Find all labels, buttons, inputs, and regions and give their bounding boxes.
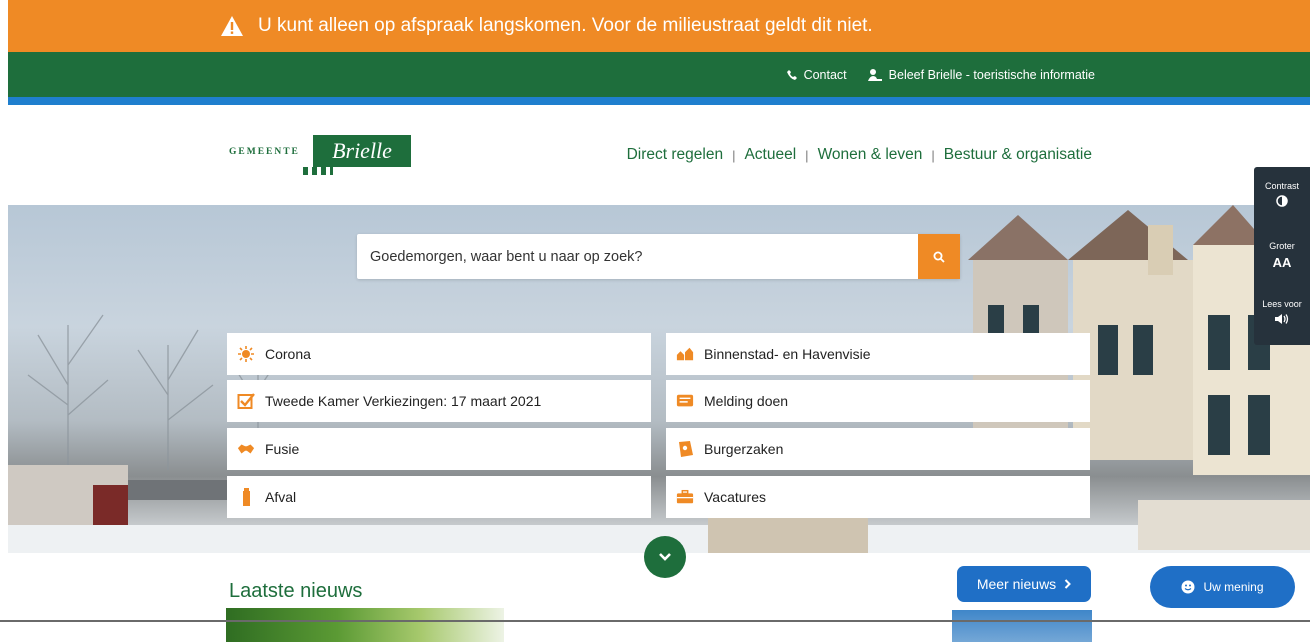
city-icon — [676, 345, 694, 363]
handshake-icon — [237, 440, 255, 458]
speaker-icon — [1275, 314, 1289, 324]
alert-banner: U kunt alleen op afspraak langskomen. Vo… — [8, 0, 1310, 52]
news-heading: Laatste nieuws — [229, 580, 363, 602]
nav-separator: | — [732, 147, 736, 163]
warning-icon — [221, 16, 243, 36]
logo-text-big: Brielle — [313, 135, 411, 167]
accessibility-panel: Contrast Groter AA Lees voor — [1254, 167, 1310, 345]
contact-link[interactable]: Contact — [786, 68, 847, 82]
main-navigation: Direct regelen | Actueel | Wonen & leven… — [627, 146, 1092, 164]
tile-burgerzaken[interactable]: Burgerzaken — [666, 428, 1090, 470]
read-aloud-toggle[interactable]: Lees voor — [1254, 299, 1310, 325]
contrast-toggle[interactable]: Contrast — [1254, 181, 1310, 207]
alert-text: U kunt alleen op afspraak langskomen. Vo… — [258, 15, 873, 36]
text-size-toggle[interactable]: Groter AA — [1254, 241, 1310, 270]
accent-line — [8, 97, 1310, 105]
tile-corona[interactable]: Corona — [227, 333, 651, 375]
nav-bestuur-organisatie[interactable]: Bestuur & organisatie — [944, 146, 1092, 164]
phone-icon — [786, 69, 797, 80]
tile-binnenstad-havenvisie[interactable]: Binnenstad- en Havenvisie — [666, 333, 1090, 375]
id-card-icon — [676, 440, 694, 458]
more-news-button[interactable]: Meer nieuws — [957, 566, 1091, 602]
logo-castle-mark — [303, 167, 333, 175]
search-input[interactable] — [357, 234, 918, 279]
feedback-button[interactable]: Uw mening — [1150, 566, 1295, 608]
report-icon — [676, 392, 694, 410]
nav-separator: | — [931, 147, 935, 163]
briefcase-icon — [676, 488, 694, 506]
chevron-right-icon — [1064, 579, 1072, 589]
municipality-logo[interactable]: GEMEENTE Brielle — [229, 135, 411, 175]
virus-icon — [237, 345, 255, 363]
font-size-icon: AA — [1272, 255, 1292, 270]
checkbox-icon — [237, 392, 255, 410]
tile-fusie[interactable]: Fusie — [227, 428, 651, 470]
nav-separator: | — [805, 147, 809, 163]
smiley-icon — [1181, 580, 1195, 594]
top-bar: Contact Beleef Brielle - toeristische in… — [8, 52, 1310, 97]
nav-actueel[interactable]: Actueel — [744, 146, 796, 164]
waste-icon — [237, 488, 255, 506]
news-thumbnail[interactable] — [226, 608, 504, 642]
chevron-down-icon — [659, 553, 671, 561]
nav-direct-regelen[interactable]: Direct regelen — [627, 146, 724, 164]
search-icon — [933, 251, 945, 263]
tourist-icon — [867, 68, 882, 81]
nav-wonen-leven[interactable]: Wonen & leven — [818, 146, 923, 164]
tile-vacatures[interactable]: Vacatures — [666, 476, 1090, 518]
news-thumbnail[interactable] — [952, 610, 1092, 642]
search-button[interactable] — [918, 234, 960, 279]
tourism-link[interactable]: Beleef Brielle - toeristische informatie — [867, 68, 1095, 82]
tile-afval[interactable]: Afval — [227, 476, 651, 518]
viewport-edge — [0, 620, 1310, 622]
tile-melding-doen[interactable]: Melding doen — [666, 380, 1090, 422]
tile-verkiezingen[interactable]: Tweede Kamer Verkiezingen: 17 maart 2021 — [227, 380, 651, 422]
search-bar — [357, 234, 960, 279]
contrast-icon — [1276, 195, 1288, 207]
scroll-down-button[interactable] — [644, 536, 686, 578]
logo-text-small: GEMEENTE — [229, 147, 300, 157]
